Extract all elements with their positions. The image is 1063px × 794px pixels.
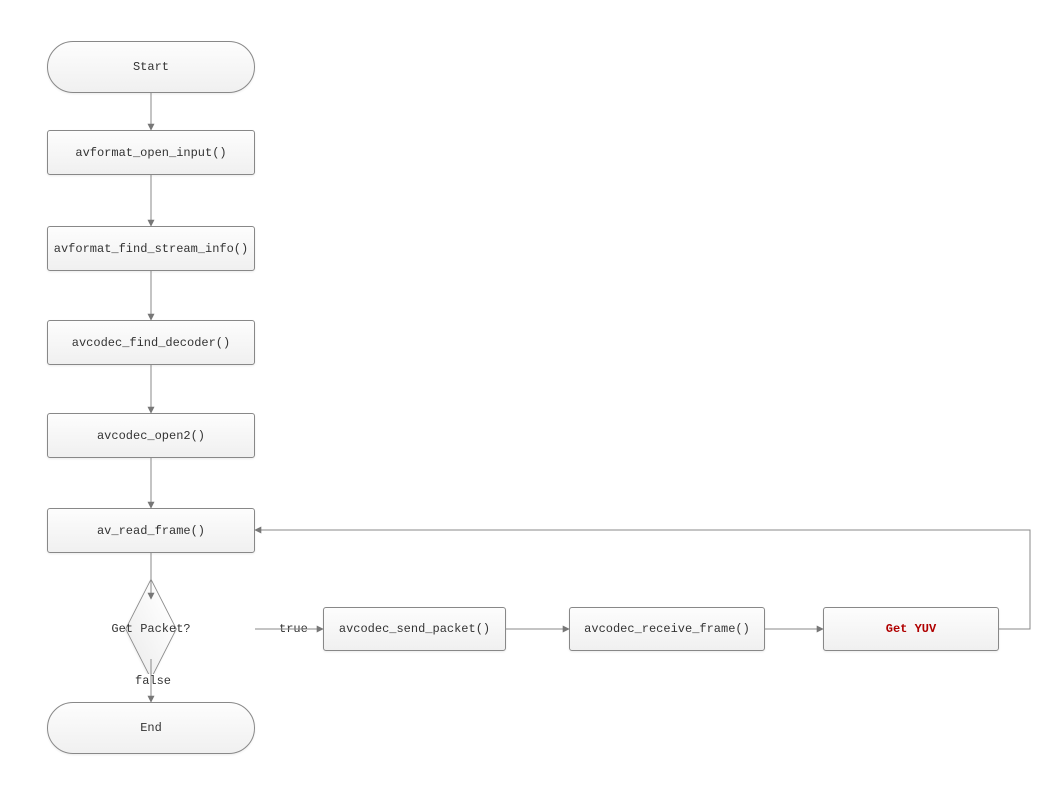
- node-end: End: [47, 702, 255, 754]
- node-read-frame-label: av_read_frame(): [97, 524, 205, 538]
- node-start: Start: [47, 41, 255, 93]
- node-find-stream: avformat_find_stream_info(): [47, 226, 255, 271]
- node-open-input-label: avformat_open_input(): [75, 146, 226, 160]
- node-receive-frame-label: avcodec_receive_frame(): [584, 622, 750, 636]
- node-send-packet-label: avcodec_send_packet(): [339, 622, 490, 636]
- node-open-input: avformat_open_input(): [47, 130, 255, 175]
- node-decision: Get Packet?: [47, 599, 255, 659]
- node-send-packet: avcodec_send_packet(): [323, 607, 506, 651]
- node-find-decoder-label: avcodec_find_decoder(): [72, 336, 230, 350]
- node-open2-label: avcodec_open2(): [97, 429, 205, 443]
- node-open2: avcodec_open2(): [47, 413, 255, 458]
- edge-label-false: false: [133, 674, 173, 688]
- node-get-yuv: Get YUV: [823, 607, 999, 651]
- node-find-decoder: avcodec_find_decoder(): [47, 320, 255, 365]
- node-read-frame: av_read_frame(): [47, 508, 255, 553]
- node-start-label: Start: [133, 60, 169, 74]
- edge-label-true: true: [277, 622, 310, 636]
- node-find-stream-label: avformat_find_stream_info(): [54, 242, 248, 256]
- node-end-label: End: [140, 721, 162, 735]
- node-get-yuv-label: Get YUV: [886, 622, 936, 636]
- node-receive-frame: avcodec_receive_frame(): [569, 607, 765, 651]
- flowchart-canvas: Start avformat_open_input() avformat_fin…: [0, 0, 1063, 794]
